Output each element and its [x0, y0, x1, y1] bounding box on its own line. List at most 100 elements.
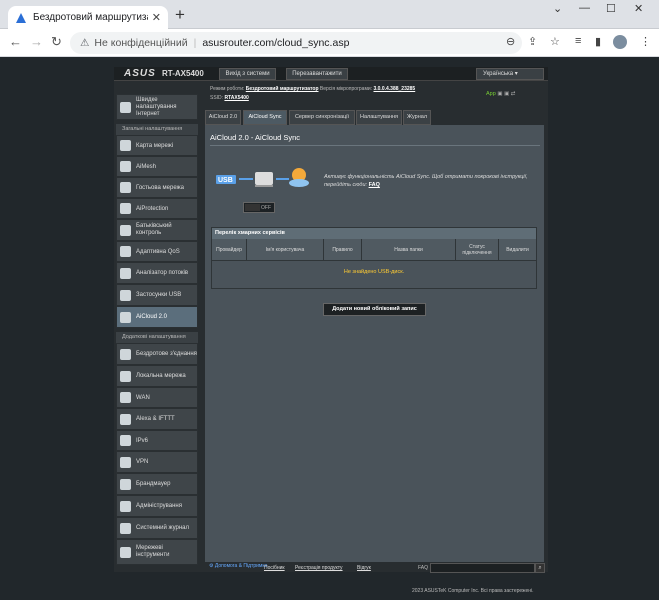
col-username: Ім'я користувача: [247, 239, 324, 260]
browser-tab[interactable]: Бездротовий маршрутизатор AS ✕: [8, 6, 168, 29]
sidebar-label: IPv6: [136, 437, 149, 444]
sidebar-item-usb-apps[interactable]: Застосунки USB: [116, 284, 198, 306]
description-text: Активує функціональність AiCloud Sync. Щ…: [324, 174, 528, 188]
sidebar-label: Alexa & IFTTT: [136, 416, 175, 422]
sidebar-item-vpn[interactable]: VPN: [116, 451, 198, 473]
forward-icon[interactable]: →: [30, 34, 43, 49]
menu-icon[interactable]: ⋮: [640, 35, 651, 48]
page-background: ASUS RT-AX5400 Вихід з системи Перезаван…: [0, 57, 659, 600]
back-icon[interactable]: ←: [9, 34, 22, 49]
sidebar-item-qos[interactable]: Адаптивна QoS: [116, 241, 198, 262]
sidebar-label: Мережеві інструменти: [136, 545, 170, 558]
manual-link[interactable]: Посібник: [264, 565, 285, 571]
sidebar-item-wireless[interactable]: Бездротове з'єднання: [116, 343, 198, 365]
cloud-icon: [120, 311, 131, 323]
aimesh-icon: [120, 161, 131, 172]
main-content: AiCloud 2.0 - AiCloud Sync USB Активує ф…: [205, 125, 544, 562]
tab-log[interactable]: Журнал: [403, 110, 431, 125]
sidebar-item-network-tools[interactable]: Мережеві інструменти: [116, 539, 198, 565]
model-name: RT-AX5400: [162, 69, 204, 78]
profile-avatar[interactable]: [613, 35, 627, 49]
maximize-icon[interactable]: ☐: [606, 2, 616, 15]
toggle-knob: [245, 204, 260, 211]
sidebar-label: Аналізатор потоків: [136, 270, 189, 276]
chevron-down-icon[interactable]: ⌄: [553, 2, 562, 15]
close-window-icon[interactable]: ✕: [634, 2, 643, 15]
sidebar-item-ipv6[interactable]: IPv6: [116, 430, 198, 451]
sidebar-item-traffic-analyzer[interactable]: Аналізатор потоків: [116, 262, 198, 284]
tab-aicloud[interactable]: AiCloud 2.0: [205, 110, 241, 125]
sidebar-item-network-map[interactable]: Карта мережі: [116, 135, 198, 156]
language-value: Українська: [483, 71, 514, 77]
sidebar-item-administration[interactable]: Адміністрування: [116, 495, 198, 517]
alexa-icon: [120, 413, 131, 425]
toggle-state: OFF: [261, 205, 271, 211]
sidebar-item-aimesh[interactable]: AiMesh: [116, 156, 198, 177]
sidebar-item-lan[interactable]: Локальна мережа: [116, 365, 198, 387]
logout-button[interactable]: Вихід з системи: [219, 68, 276, 80]
reboot-button[interactable]: Перезавантажити: [286, 68, 348, 80]
ipv6-icon: [120, 435, 131, 446]
sidebar-label: Швидке налаштування Інтернет: [136, 96, 177, 117]
faq-search-input[interactable]: [430, 563, 535, 573]
empty-row: Не знайдено USB-диск.: [212, 260, 536, 282]
sidebar-item-aicloud[interactable]: AiCloud 2.0: [116, 306, 198, 328]
language-select[interactable]: Українська ▾: [476, 68, 544, 80]
sidebar-item-wan[interactable]: WAN: [116, 387, 198, 408]
sidebar-item-firewall[interactable]: Брандмауер: [116, 473, 198, 495]
network-icon[interactable]: ▣: [497, 91, 502, 97]
browser-toolbar: ← → ↻ ⚠ Не конфіденційний | asusrouter.c…: [0, 29, 659, 57]
reload-icon[interactable]: ↻: [51, 34, 62, 50]
aicloud-sync-toggle[interactable]: OFF: [243, 202, 275, 213]
sidebar-label: AiCloud 2.0: [136, 314, 168, 320]
tab-aicloud-sync[interactable]: AiCloud Sync: [243, 110, 287, 125]
zoom-icon[interactable]: ⊖: [506, 35, 515, 48]
col-delete: Видалити: [499, 239, 536, 260]
close-tab-icon[interactable]: ✕: [152, 11, 161, 24]
tools-icon: [120, 546, 131, 558]
asus-tab-icon: [16, 12, 26, 23]
page-title: AiCloud 2.0 - AiCloud Sync: [210, 133, 301, 142]
sidebar-item-guest-network[interactable]: Гостьова мережа: [116, 177, 198, 198]
register-link[interactable]: Реєстрація продукту: [295, 565, 343, 571]
sidebar-quick-setup[interactable]: Швидке налаштування Інтернет: [116, 94, 198, 120]
sidebar-label: AiMesh: [136, 163, 157, 170]
admin-icon: [120, 500, 131, 512]
sidebar-label: Адаптивна QoS: [136, 248, 180, 255]
tab-sync-server[interactable]: Сервер синхронізації: [289, 110, 355, 125]
search-icon[interactable]: ⌕: [535, 563, 545, 573]
url-separator: |: [193, 37, 197, 49]
add-account-button[interactable]: Додати новий обліковий запис: [323, 303, 426, 316]
sidebar-label: Гостьова мережа: [136, 184, 184, 191]
address-bar[interactable]: ⚠ Не конфіденційний | asusrouter.com/clo…: [70, 32, 522, 54]
minimize-icon[interactable]: —: [579, 2, 590, 14]
tab-settings[interactable]: Налаштування: [356, 110, 402, 125]
shield-icon: [120, 203, 131, 214]
feedback-link[interactable]: Відгук: [357, 565, 371, 571]
internet-icon[interactable]: ▣: [504, 91, 509, 97]
col-provider: Провайдер: [212, 239, 247, 260]
ssid-value[interactable]: RTAX5400: [224, 95, 248, 101]
new-tab-button[interactable]: +: [171, 6, 189, 24]
reading-list-icon[interactable]: ≡: [575, 35, 581, 47]
mode-value[interactable]: Бездротовий маршрутизатор: [246, 86, 319, 92]
sidebar-label: Адміністрування: [136, 503, 182, 509]
faq-link[interactable]: FAQ: [369, 182, 380, 188]
traffic-icon: [120, 267, 131, 279]
network-map-icon: [120, 140, 131, 151]
usb-status-icon[interactable]: ⇄: [511, 91, 516, 97]
description: Активує функціональність AiCloud Sync. Щ…: [324, 173, 540, 189]
sidebar-item-alexa[interactable]: Alexa & IFTTT: [116, 408, 198, 430]
fw-value[interactable]: 3.0.0.4.388_23285: [373, 86, 415, 92]
share-icon[interactable]: ⇪: [528, 35, 537, 48]
status-bar: Режим роботи: Бездротовий маршрутизатор …: [210, 85, 415, 103]
help-label: Допомога & Підтримка: [214, 563, 268, 569]
side-panel-icon[interactable]: ▮: [595, 35, 601, 48]
sidebar-item-aiprotection[interactable]: AiProtection: [116, 198, 198, 219]
sidebar-item-syslog[interactable]: Системний журнал: [116, 517, 198, 539]
sidebar-label: Брандмауер: [136, 481, 171, 487]
bookmark-icon[interactable]: ☆: [550, 35, 560, 48]
app-label[interactable]: App: [486, 91, 496, 97]
sidebar-item-parental-control[interactable]: Батьківський контроль: [116, 219, 198, 241]
help-support-link[interactable]: ⚙ Допомога & Підтримка: [209, 563, 267, 569]
